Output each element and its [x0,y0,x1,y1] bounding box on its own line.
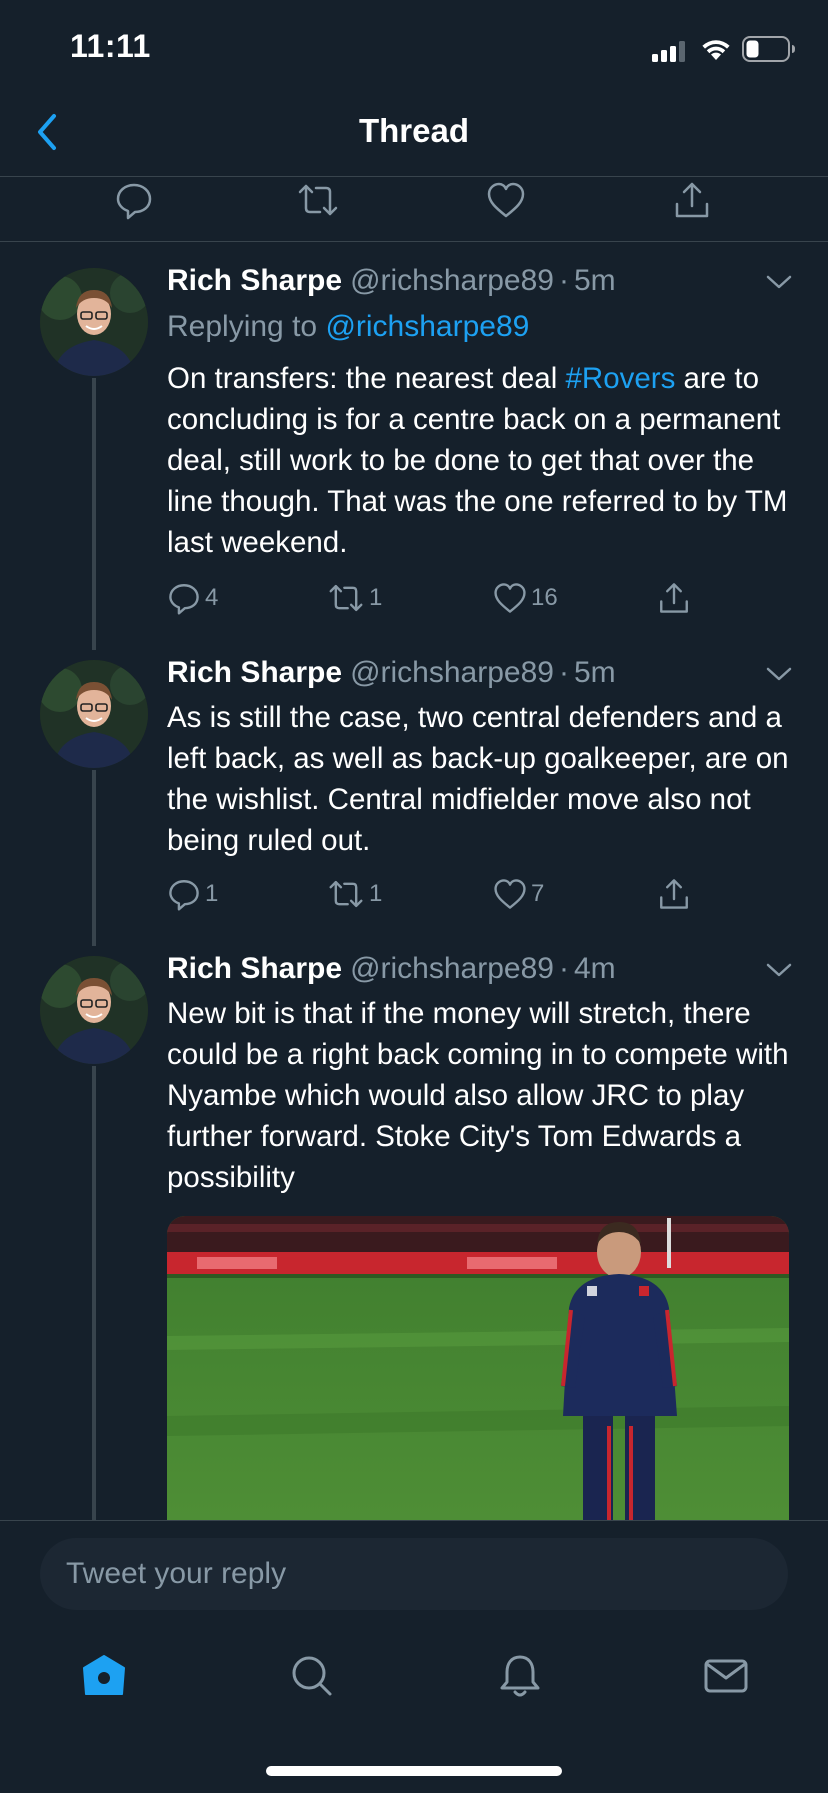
tab-home[interactable] [80,1652,128,1700]
like-icon [487,182,525,218]
author-name[interactable]: Rich Sharpe [167,656,342,689]
replying-to: Replying to @richsharpe89 [167,310,529,344]
thread-line [92,1066,96,1522]
tweet-header: Rich Sharpe @richsharpe89 · 4m [167,952,616,986]
share-icon [660,583,688,613]
retweet-count: 1 [369,584,383,611]
like-button[interactable]: 7 [493,874,544,914]
avatar[interactable] [40,956,148,1064]
tweet-actions: 4 1 16 [167,578,797,618]
share-icon [660,879,688,909]
nav-divider [0,176,828,177]
tweet-media-photo[interactable] [167,1216,789,1536]
tweet-timestamp: 5m [573,656,616,689]
retweet-icon [298,184,338,216]
retweet-icon [329,880,363,908]
tweet-options-button[interactable] [766,962,792,978]
top-like-button[interactable] [486,180,526,220]
meta-separator: · [558,264,569,297]
signal-icon [652,40,692,62]
wifi-icon [700,38,732,62]
reply-count: 1 [205,880,219,907]
status-time: 11:11 [70,28,151,64]
tab-messages[interactable] [702,1652,750,1700]
hashtag-link[interactable]: #Rovers [565,362,675,395]
author-handle[interactable]: @richsharpe89 [350,264,554,297]
retweet-button[interactable]: 1 [327,874,382,914]
meta-separator: · [558,656,569,689]
reply-icon [169,584,199,615]
tweet-actions: 1 1 7 [167,874,797,914]
messages-icon [704,1659,748,1693]
like-icon [494,879,526,909]
actions-divider [0,241,828,242]
tweet-text: On transfers: the nearest deal #Rovers a… [167,358,797,563]
like-icon [494,583,526,613]
notifications-icon [500,1655,540,1697]
retweet-icon [329,584,363,612]
chevron-down-icon [766,667,792,681]
tweet-options-button[interactable] [766,274,792,290]
chevron-down-icon [766,963,792,977]
tweet-text: As is still the case, two central defend… [167,701,789,857]
home-indicator[interactable] [266,1766,562,1776]
thread-line [92,770,96,946]
chevron-down-icon [766,275,792,289]
share-icon [675,182,709,218]
tweet-timestamp: 5m [573,264,616,297]
reply-button[interactable]: 4 [167,578,218,618]
reply-count: 4 [205,584,219,611]
tweet-header: Rich Sharpe @richsharpe89 · 5m [167,656,616,690]
author-name[interactable]: Rich Sharpe [167,264,342,297]
top-share-button[interactable] [672,180,712,220]
retweet-count: 1 [369,880,383,907]
share-button[interactable] [657,578,691,618]
avatar[interactable] [40,268,148,376]
home-icon [83,1655,125,1695]
author-handle[interactable]: @richsharpe89 [350,952,554,985]
top-reply-button[interactable] [114,180,154,220]
search-icon [292,1656,332,1696]
tab-search[interactable] [288,1652,336,1700]
author-name[interactable]: Rich Sharpe [167,952,342,985]
tweet-text-part: On transfers: the nearest deal [167,362,558,395]
retweet-button[interactable]: 1 [327,578,382,618]
tab-notifications[interactable] [496,1652,544,1700]
meta-separator: · [558,952,569,985]
battery-icon [742,36,796,62]
reply-icon [169,880,199,911]
like-count: 7 [531,880,545,907]
tweet-timestamp: 4m [573,952,616,985]
tweet-text: New bit is that if the money will stretc… [167,997,789,1194]
like-count: 16 [531,584,558,611]
tweet-header: Rich Sharpe @richsharpe89 · 5m [167,264,616,298]
thread-line [92,378,96,650]
reply-icon [116,183,152,220]
top-retweet-button[interactable] [296,180,340,220]
replying-to-label: Replying to [167,310,318,343]
author-handle[interactable]: @richsharpe89 [350,656,554,689]
reply-input[interactable]: Tweet your reply [40,1538,788,1610]
avatar[interactable] [40,660,148,768]
page-title: Thread [358,112,470,149]
replying-to-handle[interactable]: @richsharpe89 [325,310,529,343]
like-button[interactable]: 16 [493,578,558,618]
tweet-options-button[interactable] [766,666,792,682]
share-button[interactable] [657,874,691,914]
reply-button[interactable]: 1 [167,874,218,914]
reply-placeholder: Tweet your reply [66,1557,287,1590]
